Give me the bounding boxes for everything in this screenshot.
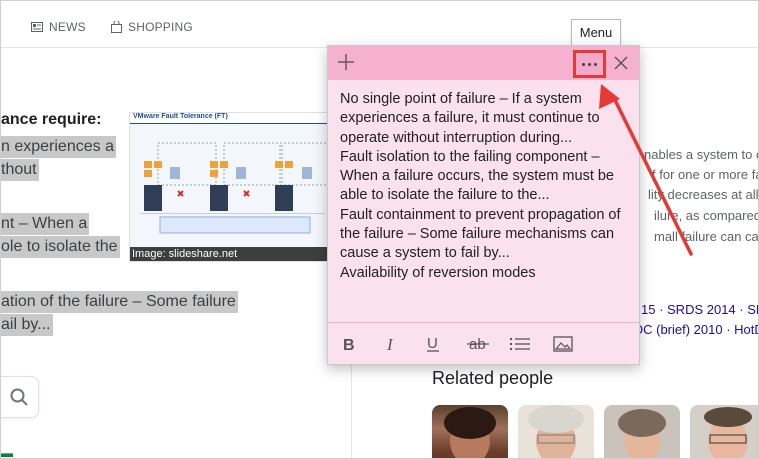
- knowledge-panel-text: f for one or more fau: [652, 167, 759, 182]
- highlight-line: ation of the failure – Some failure: [1, 291, 238, 313]
- knowledge-panel-text: ilure, as compared to: [654, 208, 759, 223]
- vmware-ft-diagram: [140, 142, 329, 234]
- underline-icon: U: [427, 335, 439, 352]
- shopping-bag-icon: [111, 21, 122, 33]
- publication-link[interactable]: OC (brief) 2010 · HotD: [633, 322, 758, 337]
- browser-page: NEWS SHOPPING ance require: n experience…: [0, 0, 759, 459]
- note-line: Availability of reversion modes: [340, 264, 536, 281]
- note-line: No single point of failure – If a system: [340, 91, 582, 107]
- related-people-title: Related people: [432, 368, 554, 388]
- related-person-photo[interactable]: [432, 405, 508, 458]
- strikethrough-button[interactable]: ab: [466, 333, 490, 355]
- knowledge-panel-text: mall failure can caus: [654, 229, 759, 244]
- sticky-note[interactable]: No single point of failure – If a system…: [327, 45, 640, 365]
- note-header[interactable]: [328, 46, 639, 80]
- publication-link[interactable]: 15 · SRDS 2014 · SRD: [641, 302, 758, 317]
- svg-text:U: U: [427, 335, 438, 352]
- note-line: experiences a failure, it must continue …: [340, 110, 600, 127]
- related-person-photo[interactable]: [518, 405, 594, 458]
- related-person-photo[interactable]: [690, 405, 758, 458]
- note-text[interactable]: No single point of failure – If a system…: [340, 90, 632, 283]
- note-line: Fault containment to prevent propagation…: [340, 206, 621, 223]
- bullets-icon: [510, 338, 530, 350]
- plus-icon: [338, 54, 354, 70]
- underline-button[interactable]: U: [424, 333, 442, 355]
- highlight-line: ole to isolate the: [1, 236, 120, 258]
- menu-button[interactable]: [573, 50, 606, 78]
- highlight-line: nt – When a: [1, 213, 90, 235]
- ellipsis-icon-dot: [594, 62, 597, 66]
- knowledge-panel-text: lity decreases at all, t: [648, 187, 759, 202]
- note-line: Fault isolation to the failing component…: [340, 148, 600, 165]
- svg-text:B: B: [343, 337, 355, 352]
- image-icon: [553, 336, 573, 352]
- insert-image-button[interactable]: [552, 333, 574, 355]
- search-tabs: NEWS SHOPPING: [1, 1, 758, 47]
- thumbnail-caption: Image: slideshare.net: [130, 247, 330, 261]
- result-thumbnail[interactable]: VMware Fault Tolerance (FT) Image: slide…: [129, 112, 331, 262]
- note-line: When a failure occurs, the system must b…: [340, 168, 614, 185]
- svg-text:I: I: [386, 336, 394, 352]
- tab-shopping[interactable]: SHOPPING: [111, 20, 193, 34]
- search-button[interactable]: [1, 376, 39, 418]
- italic-icon: I: [386, 336, 394, 352]
- format-toolbar: B I U ab: [328, 322, 639, 365]
- strikethrough-icon: ab: [467, 336, 489, 353]
- close-note-button[interactable]: [612, 54, 630, 72]
- add-note-button[interactable]: [336, 52, 356, 72]
- note-line: cause a system to fail by...: [340, 245, 510, 262]
- note-line: the failure – Some failure mechanisms ca…: [340, 226, 615, 243]
- highlight-line: ail by...: [1, 314, 53, 336]
- italic-button[interactable]: I: [383, 333, 401, 355]
- note-line: operate without interruption during...: [340, 129, 573, 146]
- tab-news[interactable]: NEWS: [31, 20, 86, 34]
- bullets-button[interactable]: [509, 333, 531, 355]
- note-line: able to isolate the failure to the...: [340, 187, 550, 204]
- ellipsis-icon: [582, 62, 585, 66]
- knowledge-panel-text: nables a system to c: [644, 147, 759, 162]
- related-person-photo[interactable]: [604, 405, 680, 458]
- newspaper-icon: [31, 22, 43, 32]
- tab-shopping-label: SHOPPING: [128, 20, 193, 34]
- green-marker-icon: ▬: [1, 446, 13, 459]
- close-icon: [614, 56, 628, 70]
- menu-tooltip: Menu: [571, 19, 621, 47]
- tab-news-label: NEWS: [49, 20, 86, 34]
- result-heading: ance require:: [1, 111, 102, 128]
- highlight-line: n experiences a: [1, 136, 116, 158]
- bold-icon: B: [343, 337, 355, 352]
- ellipsis-icon-dot: [588, 62, 591, 66]
- bold-button[interactable]: B: [340, 333, 358, 355]
- highlight-line: thout: [1, 159, 39, 181]
